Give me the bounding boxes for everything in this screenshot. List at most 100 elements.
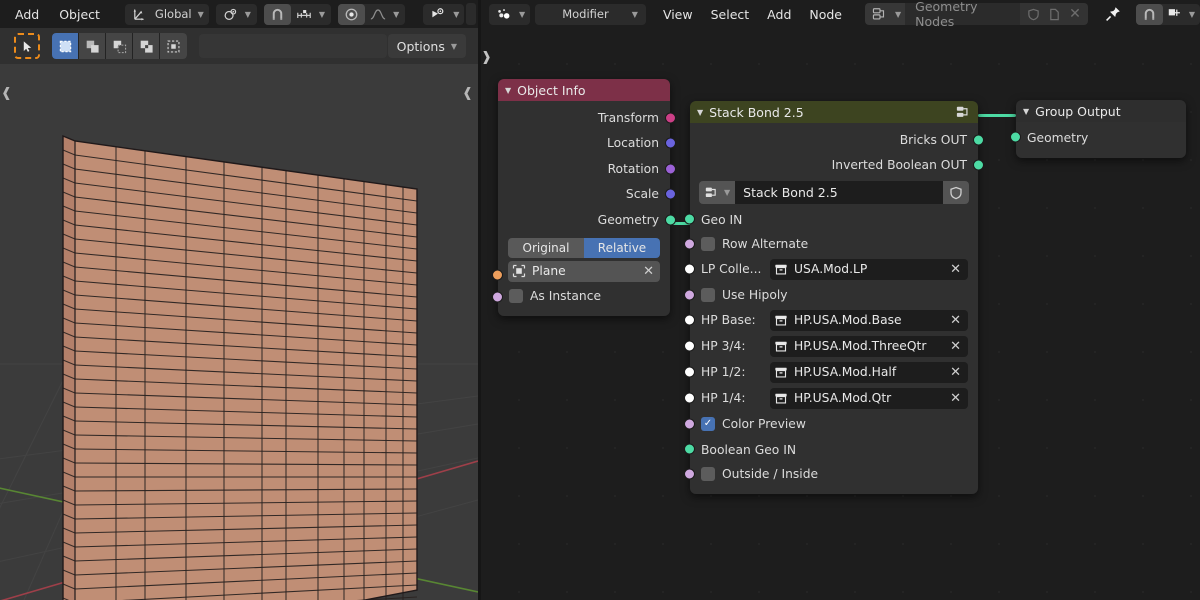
- select-set-icon[interactable]: [52, 33, 79, 59]
- new-datablock-icon[interactable]: [1048, 8, 1061, 21]
- input-use-hipoly[interactable]: Use Hipoly: [690, 283, 978, 302]
- output-scale[interactable]: Scale: [498, 182, 676, 208]
- select-intersect-icon[interactable]: [160, 33, 187, 59]
- node-snap-group[interactable]: ▼: [1135, 3, 1200, 25]
- node-tree-datablock[interactable]: ▼ Geometry Nodes ✕: [865, 0, 1088, 29]
- pin-icon[interactable]: [1104, 5, 1122, 23]
- row-alternate-checkbox[interactable]: [701, 237, 715, 251]
- socket-scale[interactable]: [665, 188, 676, 200]
- select-mode-group[interactable]: [52, 33, 187, 59]
- select-invert-icon[interactable]: [133, 33, 160, 59]
- input-lp-collection[interactable]: LP Colle... USA.Mod.LP ✕: [690, 257, 978, 281]
- input-geo-in[interactable]: Geo IN: [690, 207, 978, 233]
- output-rotation[interactable]: Rotation: [498, 156, 676, 182]
- proportional-edit-icon[interactable]: [338, 3, 366, 25]
- socket-use-hipoly[interactable]: [684, 289, 695, 301]
- node-group-name[interactable]: Stack Bond 2.5: [735, 181, 943, 204]
- node-stack-bond-header[interactable]: ▼ Stack Bond 2.5: [690, 101, 978, 123]
- node-object-info-header[interactable]: ▼ Object Info: [498, 79, 670, 101]
- proportional-edit-group[interactable]: ▼: [338, 3, 406, 25]
- input-group-output-geometry[interactable]: Geometry: [1016, 125, 1186, 151]
- socket-inverted-boolean-out[interactable]: [973, 159, 984, 171]
- x-icon[interactable]: ✕: [950, 391, 964, 406]
- output-inverted-boolean-out[interactable]: Inverted Boolean OUT: [690, 153, 984, 179]
- transform-orientation-group[interactable]: Global ▼: [124, 3, 209, 25]
- menu-node[interactable]: Node: [800, 3, 851, 26]
- node-editor-toolbar-expand-arrow[interactable]: ❱: [481, 50, 492, 65]
- menu-add[interactable]: Add: [758, 3, 800, 26]
- space-option-relative[interactable]: Relative: [584, 237, 660, 258]
- hp-threeqtr-value[interactable]: HP.USA.Mod.ThreeQtr: [794, 339, 944, 353]
- node-object-info[interactable]: ▼ Object Info Transform Location Rotatio…: [492, 79, 676, 316]
- outside-inside-checkbox[interactable]: [701, 467, 715, 481]
- lp-collection-value[interactable]: USA.Mod.LP: [794, 262, 944, 276]
- node-tree-mode-dropdown[interactable]: Modifier ▼: [535, 3, 646, 25]
- hp-qtr-value[interactable]: HP.USA.Mod.Qtr: [794, 391, 944, 405]
- use-hipoly-checkbox[interactable]: [701, 288, 715, 302]
- viewport-sidebar-expand-arrow[interactable]: ❰: [462, 86, 473, 101]
- hp-qtr-field[interactable]: HP.USA.Mod.Qtr ✕: [770, 387, 968, 409]
- object-field[interactable]: Plane ✕: [508, 260, 660, 282]
- socket-lp-collection[interactable]: [684, 263, 695, 275]
- socket-transform[interactable]: [665, 112, 676, 124]
- socket-hp-threeqtr[interactable]: [684, 340, 695, 352]
- snap-group[interactable]: ▼: [263, 3, 332, 25]
- input-row-alternate[interactable]: Row Alternate: [690, 232, 978, 251]
- socket-location[interactable]: [665, 137, 676, 149]
- socket-as-instance[interactable]: [492, 291, 503, 302]
- input-outside-inside[interactable]: Outside / Inside: [690, 462, 978, 481]
- menu-select[interactable]: Select: [702, 3, 759, 26]
- options-button[interactable]: Options ▼: [387, 34, 466, 58]
- magnet-icon[interactable]: [263, 3, 291, 25]
- socket-hp-half[interactable]: [684, 366, 695, 378]
- as-instance-row[interactable]: As Instance: [498, 284, 670, 303]
- socket-hp-qtr[interactable]: [684, 392, 695, 404]
- socket-hp-base[interactable]: [684, 314, 695, 326]
- input-hp-base[interactable]: HP Base: HP.USA.Mod.Base ✕: [690, 308, 978, 332]
- node-tree-name[interactable]: Geometry Nodes: [905, 0, 1021, 29]
- socket-geometry-out[interactable]: [665, 214, 676, 226]
- x-icon[interactable]: ✕: [950, 313, 964, 328]
- socket-outside-inside[interactable]: [684, 468, 695, 480]
- as-instance-checkbox[interactable]: [509, 288, 523, 303]
- input-color-preview[interactable]: ✓ Color Preview: [690, 412, 978, 431]
- viewport-toolbar-expand-arrow[interactable]: ❰: [1, 86, 12, 101]
- object-field-value[interactable]: Plane: [532, 264, 637, 278]
- pivot-point-group[interactable]: ▼: [215, 3, 257, 25]
- transform-orientation-label[interactable]: Global: [152, 4, 196, 25]
- node-snap-icon[interactable]: [1135, 3, 1163, 25]
- space-option-original[interactable]: Original: [508, 237, 584, 258]
- input-hp-threeqtr[interactable]: HP 3/4: HP.USA.Mod.ThreeQtr ✕: [690, 334, 978, 358]
- falloff-curve-icon[interactable]: [365, 4, 391, 25]
- input-boolean-geo-in[interactable]: Boolean Geo IN: [690, 437, 978, 463]
- viewport-3d[interactable]: ❰ ❰: [0, 64, 478, 600]
- hp-threeqtr-field[interactable]: HP.USA.Mod.ThreeQtr ✕: [770, 335, 968, 357]
- menu-object[interactable]: Object: [50, 3, 109, 26]
- socket-row-alternate[interactable]: [684, 238, 695, 250]
- select-subtract-icon[interactable]: [106, 33, 133, 59]
- node-editor-canvas[interactable]: ▼ Object Info Transform Location Rotatio…: [481, 28, 1200, 600]
- input-hp-qtr[interactable]: HP 1/4: HP.USA.Mod.Qtr ✕: [690, 386, 978, 410]
- chevron-down-icon[interactable]: ▼: [505, 86, 511, 95]
- node-group-field[interactable]: ▼ Stack Bond 2.5: [699, 181, 969, 204]
- chevron-down-icon[interactable]: ▼: [697, 108, 703, 117]
- unlink-icon[interactable]: ✕: [1069, 7, 1081, 21]
- select-extend-icon[interactable]: [79, 33, 106, 59]
- fake-user-icon[interactable]: [943, 181, 969, 204]
- color-preview-checkbox[interactable]: ✓: [701, 417, 715, 431]
- input-hp-half[interactable]: HP 1/2: HP.USA.Mod.Half ✕: [690, 360, 978, 384]
- socket-object[interactable]: [492, 269, 503, 280]
- node-group-output[interactable]: ▼ Group Output Geometry: [1010, 100, 1186, 158]
- x-icon[interactable]: ✕: [950, 339, 964, 354]
- visibility-group[interactable]: ▼: [423, 3, 465, 25]
- x-icon[interactable]: ✕: [950, 365, 964, 380]
- socket-color-preview[interactable]: [684, 418, 695, 430]
- space-toggle[interactable]: Original Relative: [508, 237, 660, 258]
- menu-view[interactable]: View: [654, 3, 702, 26]
- node-stack-bond[interactable]: ▼ Stack Bond 2.5 Bricks OUT Inverted Boo: [684, 101, 984, 494]
- hp-base-field[interactable]: HP.USA.Mod.Base ✕: [770, 309, 968, 331]
- socket-rotation[interactable]: [665, 163, 676, 175]
- hp-base-value[interactable]: HP.USA.Mod.Base: [794, 313, 944, 327]
- chevron-down-icon[interactable]: ▼: [1023, 107, 1029, 116]
- socket-bricks-out[interactable]: [973, 134, 984, 146]
